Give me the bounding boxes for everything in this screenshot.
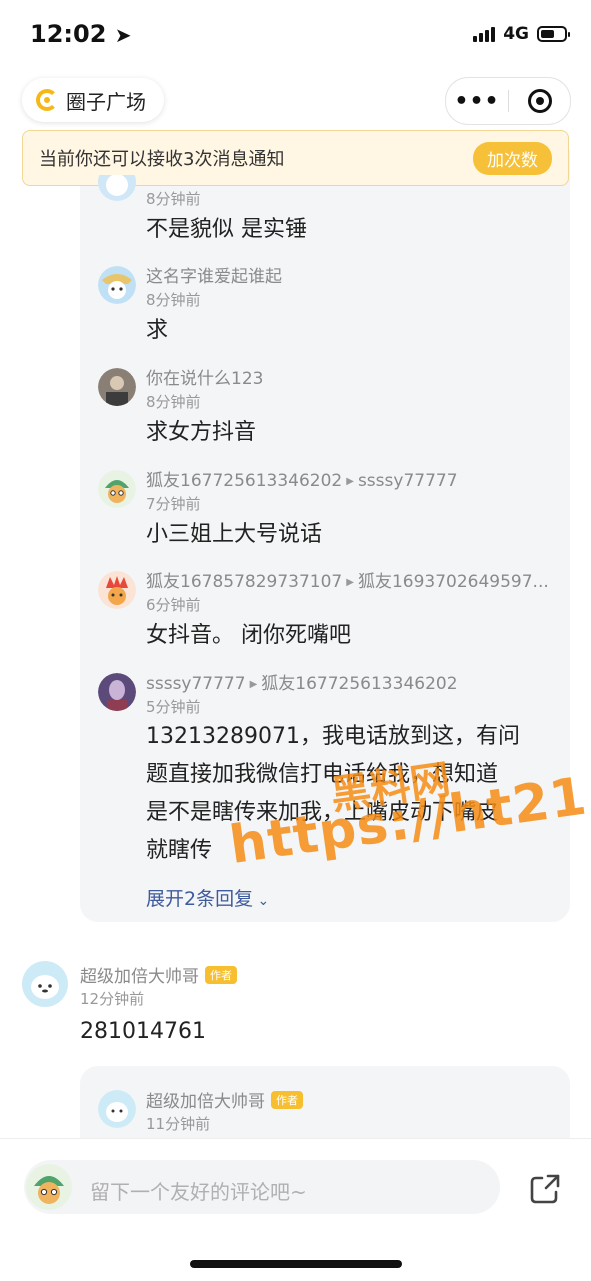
reply-author[interactable]: 你在说什么123 bbox=[146, 364, 263, 389]
more-icon[interactable]: ••• bbox=[446, 89, 508, 114]
avatar[interactable] bbox=[98, 1090, 136, 1128]
reply-to-user[interactable]: 狐友1693702649597... bbox=[358, 572, 549, 592]
reply-time: 8分钟前 bbox=[146, 190, 201, 208]
author-badge: 作者 bbox=[271, 1091, 303, 1109]
reply-time: 8分钟前 bbox=[146, 393, 201, 411]
avatar[interactable] bbox=[98, 673, 136, 711]
comment-input-placeholder[interactable]: 留下一个友好的评论吧~ bbox=[90, 1176, 307, 1205]
expand-replies-button[interactable]: 展开2条回复 ⌄ bbox=[146, 884, 269, 911]
avatar[interactable] bbox=[22, 961, 68, 1007]
reply-author-line: 狐友167725613346202 ▶ ssssy77777 bbox=[146, 466, 458, 491]
location-arrow-icon: ➤ bbox=[114, 23, 132, 47]
chevron-down-icon: ⌄ bbox=[253, 893, 270, 909]
reply-arrow-icon: ▶ bbox=[249, 679, 258, 690]
reply-author[interactable]: 狐友167725613346202 bbox=[146, 471, 342, 491]
author-badge: 作者 bbox=[205, 966, 237, 984]
miniprogram-capsule: ••• bbox=[445, 77, 571, 125]
reply-time: 6分钟前 bbox=[146, 596, 201, 614]
avatar[interactable] bbox=[98, 571, 136, 609]
comment-text: 281014761 bbox=[80, 1019, 206, 1044]
comment-time: 12分钟前 bbox=[80, 990, 145, 1008]
home-indicator bbox=[190, 1260, 402, 1268]
notification-text: 当前你还可以接收3次消息通知 bbox=[39, 149, 285, 170]
status-time: 12:02 ➤ bbox=[30, 20, 132, 48]
circle-logo-icon bbox=[36, 89, 58, 111]
reply-author-line: 狐友167857829737107 ▶ 狐友1693702649597... bbox=[146, 567, 556, 592]
avatar[interactable] bbox=[98, 266, 136, 304]
reply-author-line: ssssy77777 ▶ 狐友167725613346202 bbox=[146, 669, 458, 694]
reply-text: 求 bbox=[146, 318, 169, 343]
avatar[interactable] bbox=[98, 175, 136, 201]
close-miniprogram-button[interactable] bbox=[509, 89, 570, 113]
reply-arrow-icon: ▶ bbox=[346, 476, 354, 487]
reply-author[interactable]: 超级加倍大帅哥 bbox=[146, 1092, 265, 1112]
share-icon[interactable] bbox=[528, 1172, 564, 1210]
reply-time: 8分钟前 bbox=[146, 291, 201, 309]
signal-icon bbox=[473, 26, 496, 42]
reply-time: 5分钟前 bbox=[146, 698, 201, 716]
reply-text: 不是貌似 是实锤 bbox=[146, 217, 307, 242]
reply-author-line: 超级加倍大帅哥 作者 bbox=[146, 1087, 303, 1112]
reply-text: 女抖音。 闭你死嘴吧 bbox=[146, 623, 351, 648]
reply-to-user[interactable]: ssssy77777 bbox=[358, 471, 458, 491]
my-avatar[interactable] bbox=[26, 1164, 72, 1210]
battery-icon bbox=[537, 26, 570, 42]
avatar[interactable] bbox=[98, 368, 136, 406]
circle-square-button[interactable]: 圈子广场 bbox=[22, 78, 164, 122]
reply-arrow-icon: ▶ bbox=[346, 577, 354, 588]
circle-square-label: 圈子广场 bbox=[66, 89, 146, 114]
reply-author[interactable]: 狐友167857829737107 bbox=[146, 572, 342, 592]
add-count-button[interactable]: 加次数 bbox=[473, 141, 552, 175]
reply-time: 7分钟前 bbox=[146, 495, 201, 513]
reply-author[interactable]: ssssy77777 bbox=[146, 674, 246, 694]
reply-time: 11分钟前 bbox=[146, 1115, 211, 1133]
reply-text: 小三姐上大号说话 bbox=[146, 522, 323, 547]
comment-author[interactable]: 超级加倍大帅哥 bbox=[80, 967, 199, 987]
comment-author-line: 超级加倍大帅哥 作者 bbox=[80, 962, 237, 987]
reply-author[interactable]: 这名字谁爱起谁起 bbox=[146, 262, 282, 287]
target-icon bbox=[527, 89, 552, 113]
status-indicators: 4G bbox=[473, 24, 570, 44]
network-label: 4G bbox=[503, 24, 529, 44]
reply-to-user[interactable]: 狐友167725613346202 bbox=[261, 674, 457, 694]
reply-text: 求女方抖音 bbox=[146, 420, 257, 445]
avatar[interactable] bbox=[98, 470, 136, 508]
